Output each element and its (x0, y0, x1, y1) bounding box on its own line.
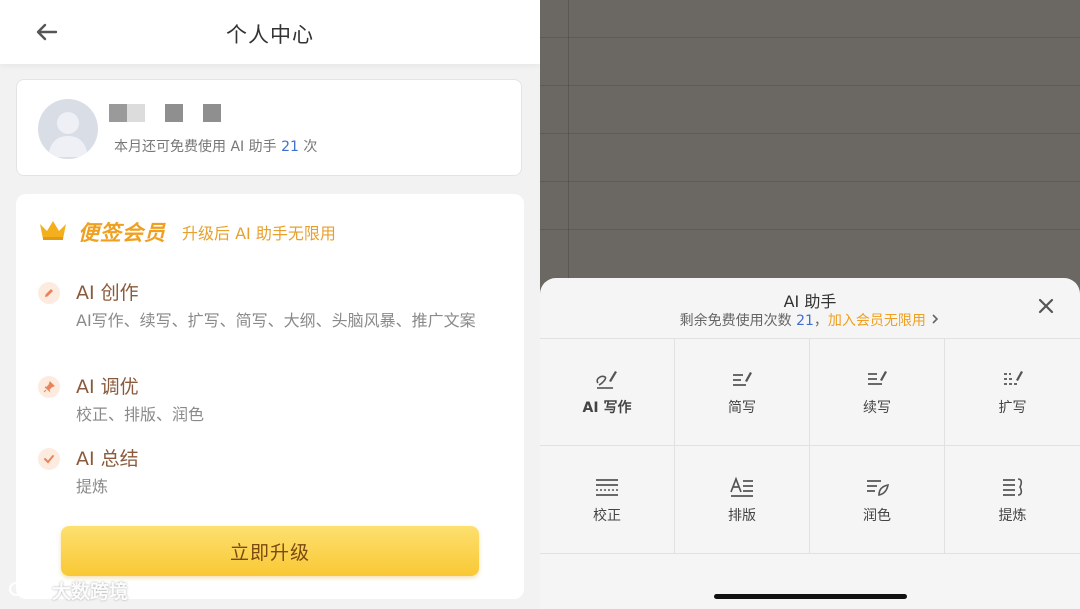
tool-label: 扩写 (998, 400, 1027, 416)
usage-prefix: 本月还可免费使用 AI 助手 (114, 139, 282, 155)
user-card: 本月还可免费使用 AI 助手 21 次 (16, 79, 522, 176)
polish-icon (863, 475, 891, 499)
feature-title: AI 创作 (76, 282, 139, 304)
close-icon (1038, 298, 1054, 318)
feature-ai-summary: AI 总结 提炼 (38, 444, 498, 500)
continue-icon (863, 367, 891, 391)
crown-icon (38, 218, 68, 246)
watermark-logo-icon (8, 577, 48, 604)
tool-label: 润色 (863, 507, 891, 524)
ai-write-icon (593, 367, 621, 391)
tool-label: 提炼 (998, 507, 1027, 524)
tool-label: AI 写作 (582, 400, 632, 416)
sheet-title: AI 助手 (783, 292, 837, 311)
join-membership-label: 加入会员无限用 (827, 313, 926, 329)
feature-ai-create: AI 创作 AI写作、续写、扩写、简写、大纲、头脑风暴、推广文案 (38, 278, 498, 354)
check-icon (38, 448, 60, 470)
tool-layout[interactable]: 排版 (675, 446, 810, 553)
free-usage-text: 本月还可免费使用 AI 助手 21 次 (114, 136, 317, 156)
remaining-usage-text: 剩余免费使用次数 21，加入会员无限用 (540, 310, 1080, 330)
note-paper-margin (568, 0, 569, 280)
usage-count: 21 (281, 139, 299, 155)
join-membership-link[interactable]: 加入会员无限用 (828, 313, 940, 329)
page-title: 个人中心 (226, 23, 314, 47)
avatar[interactable] (38, 99, 98, 159)
watermark: 大数跨境 (8, 576, 128, 604)
refine-icon (999, 475, 1027, 499)
tool-continue[interactable]: 续写 (810, 339, 945, 446)
separator: ， (813, 313, 828, 329)
feature-title: AI 总结 (76, 448, 139, 470)
ai-tools-grid: AI 写作 简写 续写 扩写 校正 排版 润色 提炼 (540, 338, 1080, 554)
membership-card: 便签会员 升级后 AI 助手无限用 AI 创作 AI写作、续写、扩写、简写、大纲… (16, 194, 524, 599)
proofread-icon (593, 475, 621, 499)
tool-polish[interactable]: 润色 (810, 446, 945, 553)
pencil-icon (38, 282, 60, 304)
tool-expand[interactable]: 扩写 (945, 339, 1080, 446)
note-paper-background (540, 0, 1080, 280)
watermark-text: 大数跨境 (52, 580, 129, 603)
note-editor-screen: AI 助手 剩余免费使用次数 21，加入会员无限用 AI 写作 简写 续写 扩写… (540, 0, 1080, 609)
tool-label: 简写 (728, 400, 756, 416)
membership-title: 便签会员 (78, 221, 166, 245)
personal-center-screen: 个人中心 本月还可免费使用 AI 助手 21 次 便签会员 升级后 AI 助手无… (0, 0, 540, 609)
tool-label: 排版 (728, 507, 756, 524)
remaining-count: 21 (796, 313, 814, 329)
tool-label: 续写 (863, 400, 891, 416)
pin-icon (38, 376, 60, 398)
ai-assistant-sheet: AI 助手 剩余免费使用次数 21，加入会员无限用 AI 写作 简写 续写 扩写… (540, 278, 1080, 609)
membership-header: 便签会员 升级后 AI 助手无限用 (38, 218, 336, 246)
tool-shorten[interactable]: 简写 (675, 339, 810, 446)
tool-label: 校正 (593, 507, 621, 524)
home-indicator[interactable] (714, 594, 907, 599)
expand-icon (999, 367, 1027, 391)
masked-username (109, 104, 221, 122)
tool-ai-write[interactable]: AI 写作 (540, 339, 675, 446)
tool-proofread[interactable]: 校正 (540, 446, 675, 553)
upgrade-now-button[interactable]: 立即升级 (61, 526, 479, 576)
top-bar: 个人中心 (0, 0, 540, 64)
remaining-prefix: 剩余免费使用次数 (679, 313, 797, 329)
tool-refine[interactable]: 提炼 (945, 446, 1080, 553)
membership-subtitle: 升级后 AI 助手无限用 (182, 224, 336, 243)
layout-icon (728, 475, 756, 499)
feature-desc: 校正、排版、润色 (76, 405, 205, 424)
close-button[interactable] (1032, 294, 1060, 322)
chevron-right-icon (930, 313, 940, 329)
feature-ai-tune: AI 调优 校正、排版、润色 (38, 372, 498, 428)
usage-suffix: 次 (298, 139, 318, 155)
feature-desc: AI写作、续写、扩写、简写、大纲、头脑风暴、推广文案 (76, 311, 476, 330)
feature-desc: 提炼 (76, 477, 109, 496)
shorten-icon (728, 367, 756, 391)
feature-title: AI 调优 (76, 376, 139, 398)
